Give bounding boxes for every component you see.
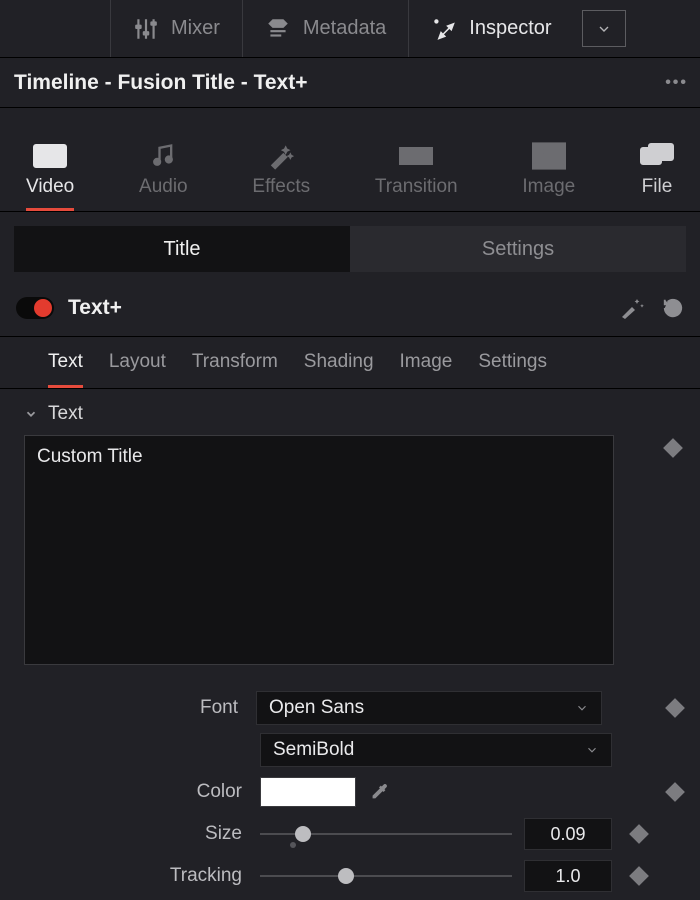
effect-name: Text+: [68, 296, 606, 320]
audio-icon: [146, 142, 180, 170]
transition-icon: [399, 142, 433, 170]
chevron-down-icon: [575, 701, 589, 715]
tab-file-label: File: [642, 176, 673, 198]
keyframe-text[interactable]: [663, 438, 683, 458]
inspector-tab[interactable]: Inspector: [408, 0, 573, 57]
chevron-down-icon: [24, 407, 38, 421]
text-input[interactable]: [24, 435, 614, 665]
subtab-image[interactable]: Image: [400, 351, 453, 388]
chevron-down-icon: [585, 743, 599, 757]
image-icon: [532, 142, 566, 170]
font-style-dropdown[interactable]: SemiBold: [260, 733, 612, 767]
subtab-shading[interactable]: Shading: [304, 351, 374, 388]
tab-transition-label: Transition: [375, 176, 458, 198]
segment-title-label: Title: [163, 238, 200, 261]
color-swatch[interactable]: [260, 777, 356, 807]
subtab-shading-label: Shading: [304, 351, 374, 372]
clip-title: Timeline - Fusion Title - Text+: [14, 71, 307, 95]
segment-settings-label: Settings: [482, 238, 554, 261]
subtab-layout-label: Layout: [109, 351, 166, 372]
size-slider[interactable]: [260, 824, 512, 844]
inspector-icon: [431, 16, 457, 42]
tab-video[interactable]: Video: [26, 142, 74, 211]
subtab-text-label: Text: [48, 351, 83, 372]
metadata-icon: [265, 16, 291, 42]
subtab-image-label: Image: [400, 351, 453, 372]
keyframe-size[interactable]: [629, 824, 649, 844]
tracking-value[interactable]: [524, 860, 612, 892]
metadata-label: Metadata: [303, 17, 386, 40]
effects-icon: [264, 142, 298, 170]
tracking-label: Tracking: [24, 865, 248, 887]
size-value[interactable]: [524, 818, 612, 850]
font-family-dropdown[interactable]: Open Sans: [256, 691, 602, 725]
panel-dropdown[interactable]: [582, 10, 626, 47]
section-text-header[interactable]: Text: [24, 403, 682, 435]
font-label: Font: [24, 697, 244, 719]
subtab-transform-label: Transform: [192, 351, 278, 372]
section-text-label: Text: [48, 403, 83, 425]
effect-enable-toggle[interactable]: [16, 297, 54, 319]
font-family-value: Open Sans: [269, 697, 364, 719]
keyframe-tracking[interactable]: [629, 866, 649, 886]
size-label: Size: [24, 823, 248, 845]
keyframe-color[interactable]: [665, 782, 685, 802]
slider-thumb[interactable]: [295, 826, 311, 842]
reset-icon[interactable]: [660, 297, 686, 319]
tab-audio-label: Audio: [139, 176, 188, 198]
tab-effects[interactable]: Effects: [252, 142, 310, 211]
segment-settings[interactable]: Settings: [350, 226, 686, 272]
file-icon: [640, 142, 674, 170]
slider-default-tick: [290, 842, 296, 848]
inspector-label: Inspector: [469, 17, 551, 40]
mixer-tab[interactable]: Mixer: [110, 0, 242, 57]
subtab-settings-label: Settings: [478, 351, 547, 372]
metadata-tab[interactable]: Metadata: [242, 0, 408, 57]
mixer-label: Mixer: [171, 17, 220, 40]
subtab-transform[interactable]: Transform: [192, 351, 278, 388]
chevron-down-icon: [596, 21, 612, 37]
font-style-value: SemiBold: [273, 739, 354, 761]
color-label: Color: [24, 781, 248, 803]
eyedropper-icon[interactable]: [368, 781, 390, 803]
tracking-slider[interactable]: [260, 866, 512, 886]
more-menu[interactable]: •••: [665, 74, 688, 92]
mixer-icon: [133, 16, 159, 42]
slider-thumb[interactable]: [338, 868, 354, 884]
tab-transition[interactable]: Transition: [375, 142, 458, 211]
subtab-layout[interactable]: Layout: [109, 351, 166, 388]
tab-audio[interactable]: Audio: [139, 142, 188, 211]
tab-effects-label: Effects: [252, 176, 310, 198]
versions-icon[interactable]: [620, 297, 646, 319]
tab-image[interactable]: Image: [522, 142, 575, 211]
tab-file[interactable]: File: [640, 142, 674, 211]
toggle-knob: [34, 299, 52, 317]
tab-video-label: Video: [26, 176, 74, 198]
keyframe-font[interactable]: [665, 698, 685, 718]
segment-title[interactable]: Title: [14, 226, 350, 272]
tab-image-label: Image: [522, 176, 575, 198]
subtab-text[interactable]: Text: [48, 351, 83, 388]
video-icon: [33, 142, 67, 170]
subtab-settings[interactable]: Settings: [478, 351, 547, 388]
